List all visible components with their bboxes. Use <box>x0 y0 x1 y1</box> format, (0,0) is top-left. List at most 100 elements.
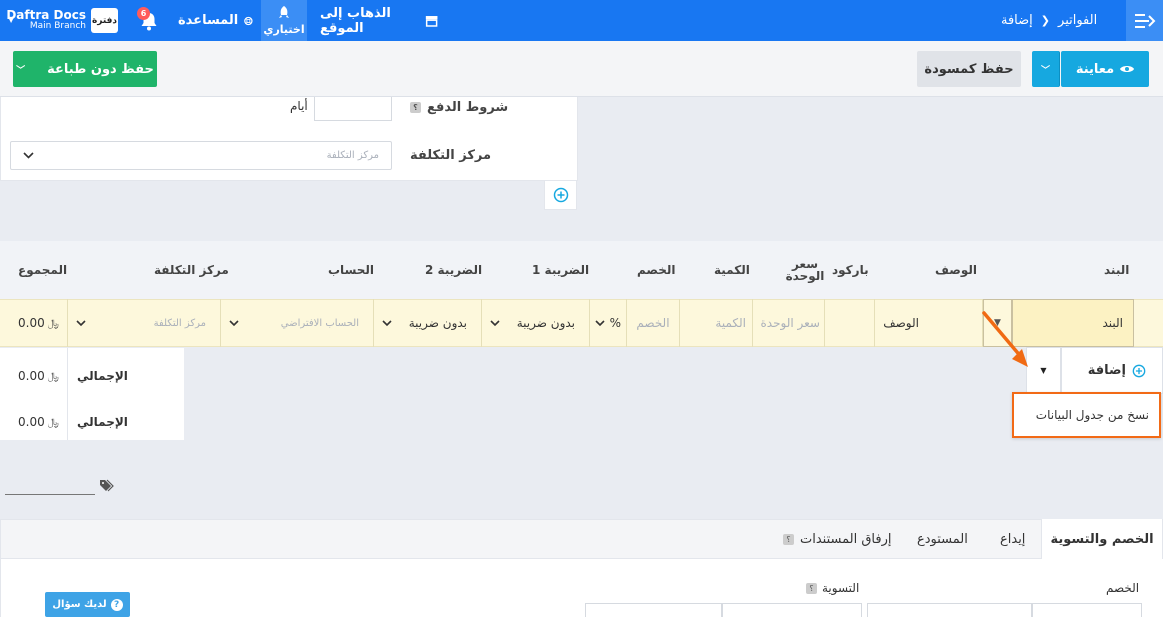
header-discount: الخصم <box>637 263 676 277</box>
action-toolbar: ﹀ حفظ دون طباعة حفظ كمسودة ﹀ معاينة <box>0 41 1163 97</box>
cost-center-label: مركز التكلفة <box>410 148 492 163</box>
header-account: الحساب <box>328 263 375 277</box>
save-draft-button[interactable]: حفظ كمسودة <box>917 51 1021 87</box>
currency-symbol: ﷼ <box>47 370 59 382</box>
breadcrumb-invoices[interactable]: الفواتير <box>1058 13 1097 28</box>
lifebuoy-icon <box>244 16 253 25</box>
goto-site-link[interactable]: الذهاب إلى الموقع <box>320 0 438 41</box>
row-quantity-input[interactable]: الكمية <box>680 299 753 347</box>
notification-badge: 6 <box>137 7 150 20</box>
plus-circle-icon <box>553 187 568 203</box>
currency-symbol: ﷼ <box>47 317 59 329</box>
preview-options-button[interactable]: ﹀ <box>1032 51 1060 87</box>
row-barcode-input[interactable] <box>825 299 875 347</box>
row-tax2-select[interactable]: بدون ضريبة <box>374 299 482 347</box>
menu-arrow-icon <box>1134 13 1155 28</box>
save-without-print-button[interactable]: ﹀ حفظ دون طباعة <box>13 51 157 87</box>
discount-label: الخصم <box>1106 581 1140 595</box>
header-quantity: الكمية <box>714 263 750 277</box>
goto-site-label: الذهاب إلى الموقع <box>320 5 391 36</box>
optional-label: اختياري <box>263 22 305 36</box>
chevron-down-icon <box>229 319 239 326</box>
have-question-button[interactable]: لديك سؤال ? <box>45 592 130 617</box>
currency-symbol: ﷼ <box>47 416 59 428</box>
header-tax2: الضريبة 2 <box>425 263 483 277</box>
tab-deposit[interactable]: إيداع <box>1000 519 1025 560</box>
preview-label: معاينة <box>1075 61 1115 77</box>
branch-switcher[interactable]: Daftra Docs Main Branch ▼ <box>6 0 86 41</box>
copy-from-spreadsheet-option[interactable]: نسخ من جدول البيانات <box>1012 392 1161 438</box>
settlement-label: ؟ التسوية <box>806 581 859 595</box>
header-unit-price: سعر الوحدة <box>785 257 825 283</box>
tab-attach-documents[interactable]: ؟ إرفاق المستندات <box>783 519 892 560</box>
store-icon <box>425 15 438 27</box>
annotation-arrow-icon <box>982 311 1028 367</box>
total-label-2: الإجمالي <box>77 415 128 429</box>
help-icon: ؟ <box>806 582 817 594</box>
row-cost-center-select[interactable]: مركز التكلفة <box>68 299 221 347</box>
optional-features-button[interactable]: اختياري <box>261 0 307 41</box>
chevron-right-icon: ❯ <box>1040 14 1051 27</box>
cost-center-placeholder: مركز التكلفة <box>326 150 379 161</box>
save-without-print-label: حفظ دون طباعة <box>47 61 154 77</box>
chevron-down-icon <box>490 319 500 326</box>
sidebar-toggle-button[interactable] <box>1126 0 1163 41</box>
add-field-button[interactable] <box>544 181 577 210</box>
help-icon: ؟ <box>410 101 421 113</box>
header-description: الوصف <box>935 263 978 277</box>
chevron-down-icon <box>23 152 34 159</box>
row-account-select[interactable]: الحساب الافتراضي <box>221 299 374 347</box>
question-circle-icon: ? <box>110 598 123 611</box>
caret-down-icon: ▼ <box>8 15 15 24</box>
chevron-down-icon <box>76 319 86 326</box>
help-label: المساعدة <box>178 13 239 28</box>
caret-down-icon: ▼ <box>1040 366 1047 375</box>
rocket-icon <box>279 5 289 18</box>
header-tax1: الضريبة 1 <box>532 263 590 277</box>
row-total: 0.00 ﷼ <box>0 299 68 347</box>
payment-terms-days-input[interactable] <box>314 97 392 121</box>
header-item: البند <box>1104 263 1130 277</box>
row-tax1-select[interactable]: بدون ضريبة <box>482 299 590 347</box>
help-icon: ؟ <box>783 534 794 545</box>
top-navbar: Daftra Docs Main Branch ▼ دفترة 6 المساع… <box>0 0 1163 41</box>
header-total: المجموع <box>18 263 68 277</box>
tags-icon <box>100 479 114 492</box>
settlement-account-select[interactable] <box>585 603 722 617</box>
chevron-down-icon: ﹀ <box>1040 65 1050 76</box>
total-value-2: 0.00 ﷼ <box>18 415 59 429</box>
branch-name: Main Branch <box>29 21 86 32</box>
help-link[interactable]: المساعدة <box>178 0 253 41</box>
row-unit-price-input[interactable]: سعر الوحدة <box>753 299 825 347</box>
chevron-down-icon <box>382 319 392 326</box>
tabs-bar <box>0 519 1163 559</box>
eye-icon <box>1120 66 1135 72</box>
tags-input[interactable] <box>5 494 95 495</box>
total-label-1: الإجمالي <box>77 369 128 383</box>
discount-value-input[interactable] <box>1032 603 1142 617</box>
breadcrumb-current: إضافة <box>1001 13 1033 28</box>
row-discount-input[interactable]: الخصم <box>627 299 680 347</box>
plus-circle-icon <box>1132 364 1146 377</box>
tab-discount-settlement[interactable]: الخصم والتسوية <box>1041 519 1162 560</box>
totals-divider <box>67 348 68 440</box>
preview-button[interactable]: معاينة <box>1061 51 1149 87</box>
days-label: أيام <box>290 99 308 113</box>
chevron-down-icon: ﹀ <box>16 65 26 76</box>
add-item-label: إضافة <box>1087 363 1126 378</box>
breadcrumb: إضافة ❯ الفواتير <box>1001 0 1126 41</box>
row-description-input[interactable]: الوصف <box>875 299 983 347</box>
header-barcode: باركود <box>832 263 869 277</box>
notifications-button[interactable]: 6 <box>137 0 163 41</box>
tab-warehouse[interactable]: المستودع <box>917 519 968 560</box>
discount-type-select[interactable] <box>867 603 1032 617</box>
payment-terms-label: ؟ شروط الدفع <box>410 97 508 117</box>
chevron-down-icon <box>595 319 605 326</box>
header-cost-center: مركز التكلفة <box>154 263 229 277</box>
total-value-1: 0.00 ﷼ <box>18 369 59 383</box>
settlement-value-input[interactable] <box>722 603 862 617</box>
add-item-button[interactable]: إضافة <box>1061 347 1163 394</box>
row-discount-type-select[interactable]: % <box>590 299 627 347</box>
cost-center-select[interactable]: مركز التكلفة <box>10 141 392 170</box>
logo: دفترة <box>91 8 118 33</box>
